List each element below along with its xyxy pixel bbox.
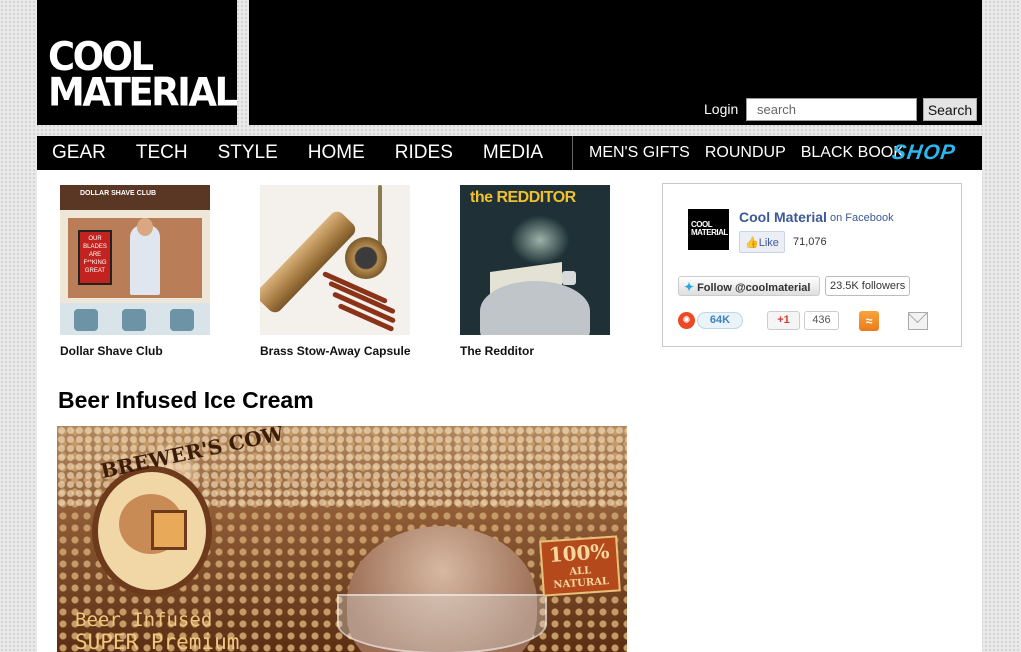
featured-item-brass-capsule[interactable]: Brass Stow-Away Capsule bbox=[260, 185, 430, 358]
google-plus-count: 436 bbox=[804, 311, 839, 330]
facebook-like-button[interactable]: 👍Like bbox=[739, 231, 785, 253]
image-header-strip bbox=[60, 185, 210, 210]
ice-cream-glass bbox=[337, 594, 547, 652]
content-area: DOLLAR SHAVE CLUB OUR BLADES ARE F**KING… bbox=[37, 170, 982, 652]
facebook-like-count: 71,076 bbox=[793, 236, 827, 248]
thumbnail-caption[interactable]: Dollar Shave Club bbox=[60, 344, 230, 358]
image-dice bbox=[562, 271, 576, 285]
header-banner: Login Search bbox=[249, 0, 982, 125]
nav-secondary: MEN'S GIFTS ROUNDUP BLACK BOOK bbox=[589, 136, 919, 170]
nav-item-black-book[interactable]: BLACK BOOK bbox=[801, 136, 904, 170]
image-title: the REDDITOR bbox=[470, 189, 576, 206]
thumbnail-caption[interactable]: The Redditor bbox=[460, 344, 630, 358]
twitter-followers-count: 23.5K followers bbox=[825, 276, 910, 296]
hero-text-line2: SUPER Premium bbox=[75, 630, 240, 652]
image-cord bbox=[378, 185, 382, 245]
rss-icon[interactable]: ≈ bbox=[859, 311, 879, 331]
facebook-on-label: on Facebook bbox=[830, 212, 894, 224]
article-hero-image[interactable]: BREWER'S COW 100% ALL NATURAL Beer Infus… bbox=[57, 426, 627, 652]
nav-item-home[interactable]: HOME bbox=[293, 136, 380, 170]
search-input[interactable] bbox=[746, 98, 917, 121]
stumbleupon-count[interactable]: 64K bbox=[697, 312, 743, 329]
nav-item-mens-gifts[interactable]: MEN'S GIFTS bbox=[589, 136, 690, 170]
thumbnail-image[interactable] bbox=[260, 185, 410, 335]
nav-item-style[interactable]: STYLE bbox=[203, 136, 293, 170]
nav-item-rides[interactable]: RIDES bbox=[380, 136, 468, 170]
beer-mug-icon bbox=[151, 510, 187, 550]
nav-item-gear[interactable]: GEAR bbox=[37, 136, 121, 170]
hero-text-line1: Beer Infused bbox=[75, 609, 213, 631]
seal-percent: 100% bbox=[547, 538, 611, 568]
featured-item-the-redditor[interactable]: the REDDITOR The Redditor bbox=[460, 185, 630, 358]
thumbnail-caption[interactable]: Brass Stow-Away Capsule bbox=[260, 344, 430, 358]
logo-wordmark: COOL MATERIAL bbox=[48, 37, 238, 115]
site-logo[interactable]: COOL MATERIAL bbox=[37, 0, 238, 125]
google-plus-button[interactable]: +1 bbox=[767, 311, 800, 330]
thumbnail-image[interactable]: the REDDITOR bbox=[460, 185, 610, 335]
main-nav: GEAR TECH STYLE HOME RIDES MEDIA MEN'S G… bbox=[37, 136, 982, 170]
stumbleupon-icon[interactable]: ✺ bbox=[678, 312, 695, 329]
image-creature bbox=[480, 281, 590, 335]
nav-item-roundup[interactable]: ROUNDUP bbox=[705, 136, 786, 170]
article-headline[interactable]: Beer Infused Ice Cream bbox=[58, 387, 314, 414]
nav-primary: GEAR TECH STYLE HOME RIDES MEDIA bbox=[37, 136, 558, 170]
like-label: Like bbox=[758, 237, 779, 249]
facebook-page-avatar[interactable]: COOL MATERIAL bbox=[688, 209, 729, 250]
twitter-bird-icon: ✦ bbox=[684, 280, 695, 294]
razor-icon bbox=[170, 309, 194, 331]
all-natural-seal: 100% ALL NATURAL bbox=[539, 535, 621, 597]
image-compass-cap bbox=[345, 237, 387, 279]
thumbnail-image[interactable]: DOLLAR SHAVE CLUB OUR BLADES ARE F**KING… bbox=[60, 185, 210, 335]
search-button[interactable]: Search bbox=[923, 98, 977, 121]
google-plus-label: +1 bbox=[777, 314, 790, 326]
avatar-text-line2: MATERIAL bbox=[691, 228, 728, 237]
image-person-head bbox=[137, 218, 153, 236]
nav-item-shop[interactable]: SHOP bbox=[890, 139, 957, 167]
image-window-glow bbox=[510, 215, 570, 265]
twitter-follow-label: Follow @coolmaterial bbox=[697, 282, 811, 294]
nav-divider bbox=[572, 136, 573, 170]
razor-icon bbox=[74, 309, 98, 331]
image-header-text: DOLLAR SHAVE CLUB bbox=[80, 190, 157, 197]
thumbs-up-icon: 👍 bbox=[745, 237, 759, 249]
razor-icon bbox=[122, 309, 146, 331]
twitter-follow-button[interactable]: ✦ Follow @coolmaterial bbox=[678, 276, 820, 296]
nav-item-media[interactable]: MEDIA bbox=[468, 136, 558, 170]
social-widget: COOL MATERIAL Cool Material on Facebook … bbox=[662, 183, 962, 347]
nav-item-tech[interactable]: TECH bbox=[121, 136, 203, 170]
image-sign-text: OUR BLADES ARE F**KING GREAT bbox=[83, 236, 107, 274]
facebook-page-name[interactable]: Cool Material bbox=[739, 209, 827, 225]
logo-line2: MATERIAL bbox=[48, 69, 238, 115]
login-link[interactable]: Login bbox=[704, 101, 738, 117]
email-icon[interactable] bbox=[908, 312, 928, 330]
featured-item-dollar-shave-club[interactable]: DOLLAR SHAVE CLUB OUR BLADES ARE F**KING… bbox=[60, 185, 230, 358]
